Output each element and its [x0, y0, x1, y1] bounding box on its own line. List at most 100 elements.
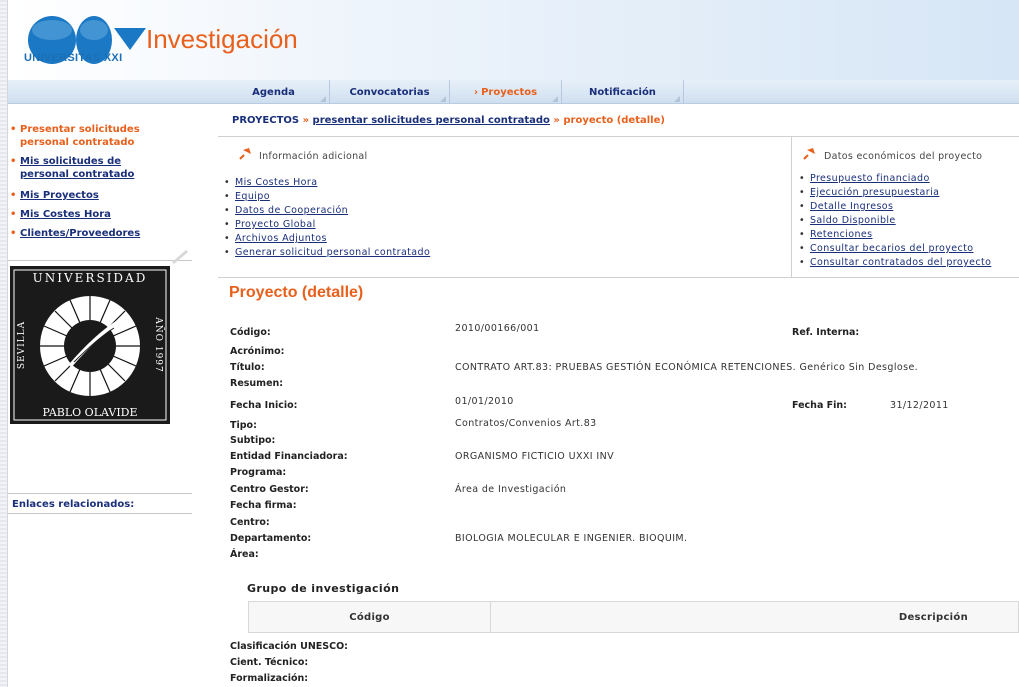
bullet-icon: •: [10, 228, 17, 239]
bullet-icon: •: [224, 219, 231, 230]
tab-proyectos[interactable]: › Proyectos: [450, 80, 562, 104]
bullet-icon: •: [10, 190, 17, 201]
breadcrumb: PROYECTOS » presentar solicitudes person…: [232, 115, 665, 126]
page-title: Proyecto (detalle): [229, 284, 364, 301]
seal-bottom-text: PABLO OLAVIDE: [42, 406, 137, 419]
tab-corner-icon: [320, 96, 326, 102]
link-datos-cooperacion[interactable]: • Datos de Cooperación: [224, 205, 349, 217]
link-consultar-becarios[interactable]: • Consultar becarios del proyecto: [799, 243, 974, 255]
unesco-label: Clasificación UNESCO:: [230, 641, 348, 652]
university-seal-icon: UNIVERSIDAD PABLO OLAVIDE SEVILLA AÑO 19…: [10, 266, 170, 424]
programa-label: Programa:: [230, 467, 287, 478]
grupo-investigacion-table: Código Descripción: [248, 601, 1019, 633]
header: UNIVERSITAS XXI Investigación: [8, 0, 1019, 80]
entidad-value: ORGANISMO FICTICIO UXXI INV: [455, 451, 615, 462]
bullet-icon: •: [224, 233, 231, 244]
seal-left-text: SEVILLA: [17, 321, 27, 369]
centro-gestor-label: Centro Gestor:: [230, 484, 309, 495]
link-label: Ejecución presupuestaria: [810, 187, 940, 198]
bullet-icon: •: [10, 209, 17, 220]
bullet-icon: •: [799, 257, 806, 268]
main-nav: Agenda Convocatorias › Proyectos Notific…: [8, 80, 1019, 104]
ref-interna-label: Ref. Interna:: [792, 327, 860, 338]
tab-convocatorias[interactable]: Convocatorias: [330, 80, 450, 104]
link-label: Presupuesto financiado: [810, 173, 930, 184]
centro-label: Centro:: [230, 517, 270, 528]
link-ejecucion-presupuestaria[interactable]: • Ejecución presupuestaria: [799, 187, 940, 199]
fecha-inicio-label: Fecha Inicio:: [230, 400, 298, 411]
bullet-icon: •: [799, 215, 806, 226]
tab-label: Agenda: [252, 86, 295, 98]
logo-text: UNIVERSITAS XXI: [24, 52, 123, 64]
codigo-label: Código:: [230, 327, 271, 338]
link-label: Consultar becarios del proyecto: [810, 243, 974, 254]
link-label: Datos de Cooperación: [235, 205, 349, 216]
link-equipo[interactable]: • Equipo: [224, 191, 270, 203]
related-divider-bottom: [8, 513, 192, 514]
resumen-label: Resumen:: [230, 378, 284, 389]
tab-agenda[interactable]: Agenda: [218, 80, 330, 104]
link-label: Equipo: [235, 191, 270, 202]
area-label: Área:: [230, 549, 259, 560]
link-generar-solicitud[interactable]: • Generar solicitud personal contratado: [224, 247, 430, 259]
entidad-label: Entidad Financiadora:: [230, 451, 348, 462]
sidebar-item-label: Clientes/Proveedores: [20, 228, 141, 239]
bullet-icon: •: [224, 177, 231, 188]
sidebar-item-mis-proyectos[interactable]: • Mis Proyectos: [10, 189, 99, 202]
breadcrumb-separator: »: [553, 115, 560, 126]
fecha-firma-label: Fecha firma:: [230, 500, 297, 511]
tab-label: Proyectos: [481, 86, 538, 98]
datos-economicos-title: Datos económicos del proyecto: [824, 151, 983, 162]
link-presupuesto-financiado[interactable]: • Presupuesto financiado: [799, 173, 930, 185]
breadcrumb-separator: »: [302, 115, 310, 126]
link-detalle-ingresos[interactable]: • Detalle Ingresos: [799, 201, 893, 213]
bullet-icon: •: [799, 201, 806, 212]
related-divider-top: [8, 493, 192, 494]
bullet-icon: •: [224, 191, 231, 202]
sidebar-item-label: Mis Costes Hora: [20, 209, 111, 220]
bullet-icon: •: [10, 156, 17, 167]
link-label: Archivos Adjuntos: [235, 233, 327, 244]
link-mis-costes-hora[interactable]: • Mis Costes Hora: [224, 177, 318, 189]
link-retenciones[interactable]: • Retenciones: [799, 229, 873, 241]
link-proyecto-global[interactable]: • Proyecto Global: [224, 219, 316, 231]
titulo-value: CONTRATO ART.83: PRUEBAS GESTIÓN ECONÓMI…: [455, 362, 919, 373]
tab-notificacion[interactable]: Notificación: [562, 80, 684, 104]
cient-tecnico-label: Cient. Técnico:: [230, 657, 309, 668]
sidebar-item-mis-costes-hora[interactable]: • Mis Costes Hora: [10, 208, 111, 221]
pencil-icon: [172, 250, 188, 264]
link-archivos-adjuntos[interactable]: • Archivos Adjuntos: [224, 233, 327, 245]
sidebar-item-presentar-solicitudes[interactable]: • Presentar solicitudes personal contrat…: [10, 123, 170, 149]
link-saldo-disponible[interactable]: • Saldo Disponible: [799, 215, 896, 227]
panels-divider: [218, 277, 1019, 278]
datos-economicos-panel: Datos económicos del proyecto • Presupues…: [792, 137, 1019, 277]
info-adicional-panel: Información adicional • Mis Costes Hora •…: [218, 137, 792, 277]
link-label: Saldo Disponible: [810, 215, 896, 226]
sidebar-item-clientes-proveedores[interactable]: • Clientes/Proveedores: [10, 227, 141, 240]
site-title: Investigación: [146, 24, 298, 54]
sidebar-item-label: Mis solicitudes de personal contratado: [20, 156, 135, 180]
page-edge: [0, 0, 8, 687]
tab-corner-icon: [674, 96, 680, 102]
tab-corner-icon: [552, 96, 558, 102]
column-header-codigo: Código: [249, 602, 491, 632]
main-content: PROYECTOS » presentar solicitudes person…: [218, 104, 1019, 687]
tab-arrow-icon: ›: [473, 86, 479, 98]
breadcrumb-link[interactable]: presentar solicitudes personal contratad…: [313, 115, 550, 126]
sidebar-item-mis-solicitudes[interactable]: • Mis solicitudes de personal contratado: [10, 155, 160, 181]
acronimo-label: Acrónimo:: [230, 346, 285, 357]
link-label: Proyecto Global: [235, 219, 316, 230]
info-adicional-title: Información adicional: [259, 151, 368, 162]
bullet-icon: •: [10, 124, 17, 135]
pin-icon: [239, 148, 251, 160]
departamento-value: BIOLOGIA MOLECULAR E INGENIER. BIOQUIM.: [455, 533, 688, 544]
bullet-icon: •: [799, 243, 806, 254]
centro-gestor-value: Área de Investigación: [455, 484, 567, 495]
link-label: Consultar contratados del proyecto: [810, 257, 992, 268]
tab-label: Convocatorias: [349, 86, 430, 98]
link-consultar-contratados[interactable]: • Consultar contratados del proyecto: [799, 257, 992, 269]
sidebar-item-label: Mis Proyectos: [20, 190, 99, 201]
seal-right-text: AÑO 1997: [153, 316, 165, 373]
grupo-investigacion-title: Grupo de investigación: [247, 582, 400, 595]
link-label: Mis Costes Hora: [235, 177, 318, 188]
